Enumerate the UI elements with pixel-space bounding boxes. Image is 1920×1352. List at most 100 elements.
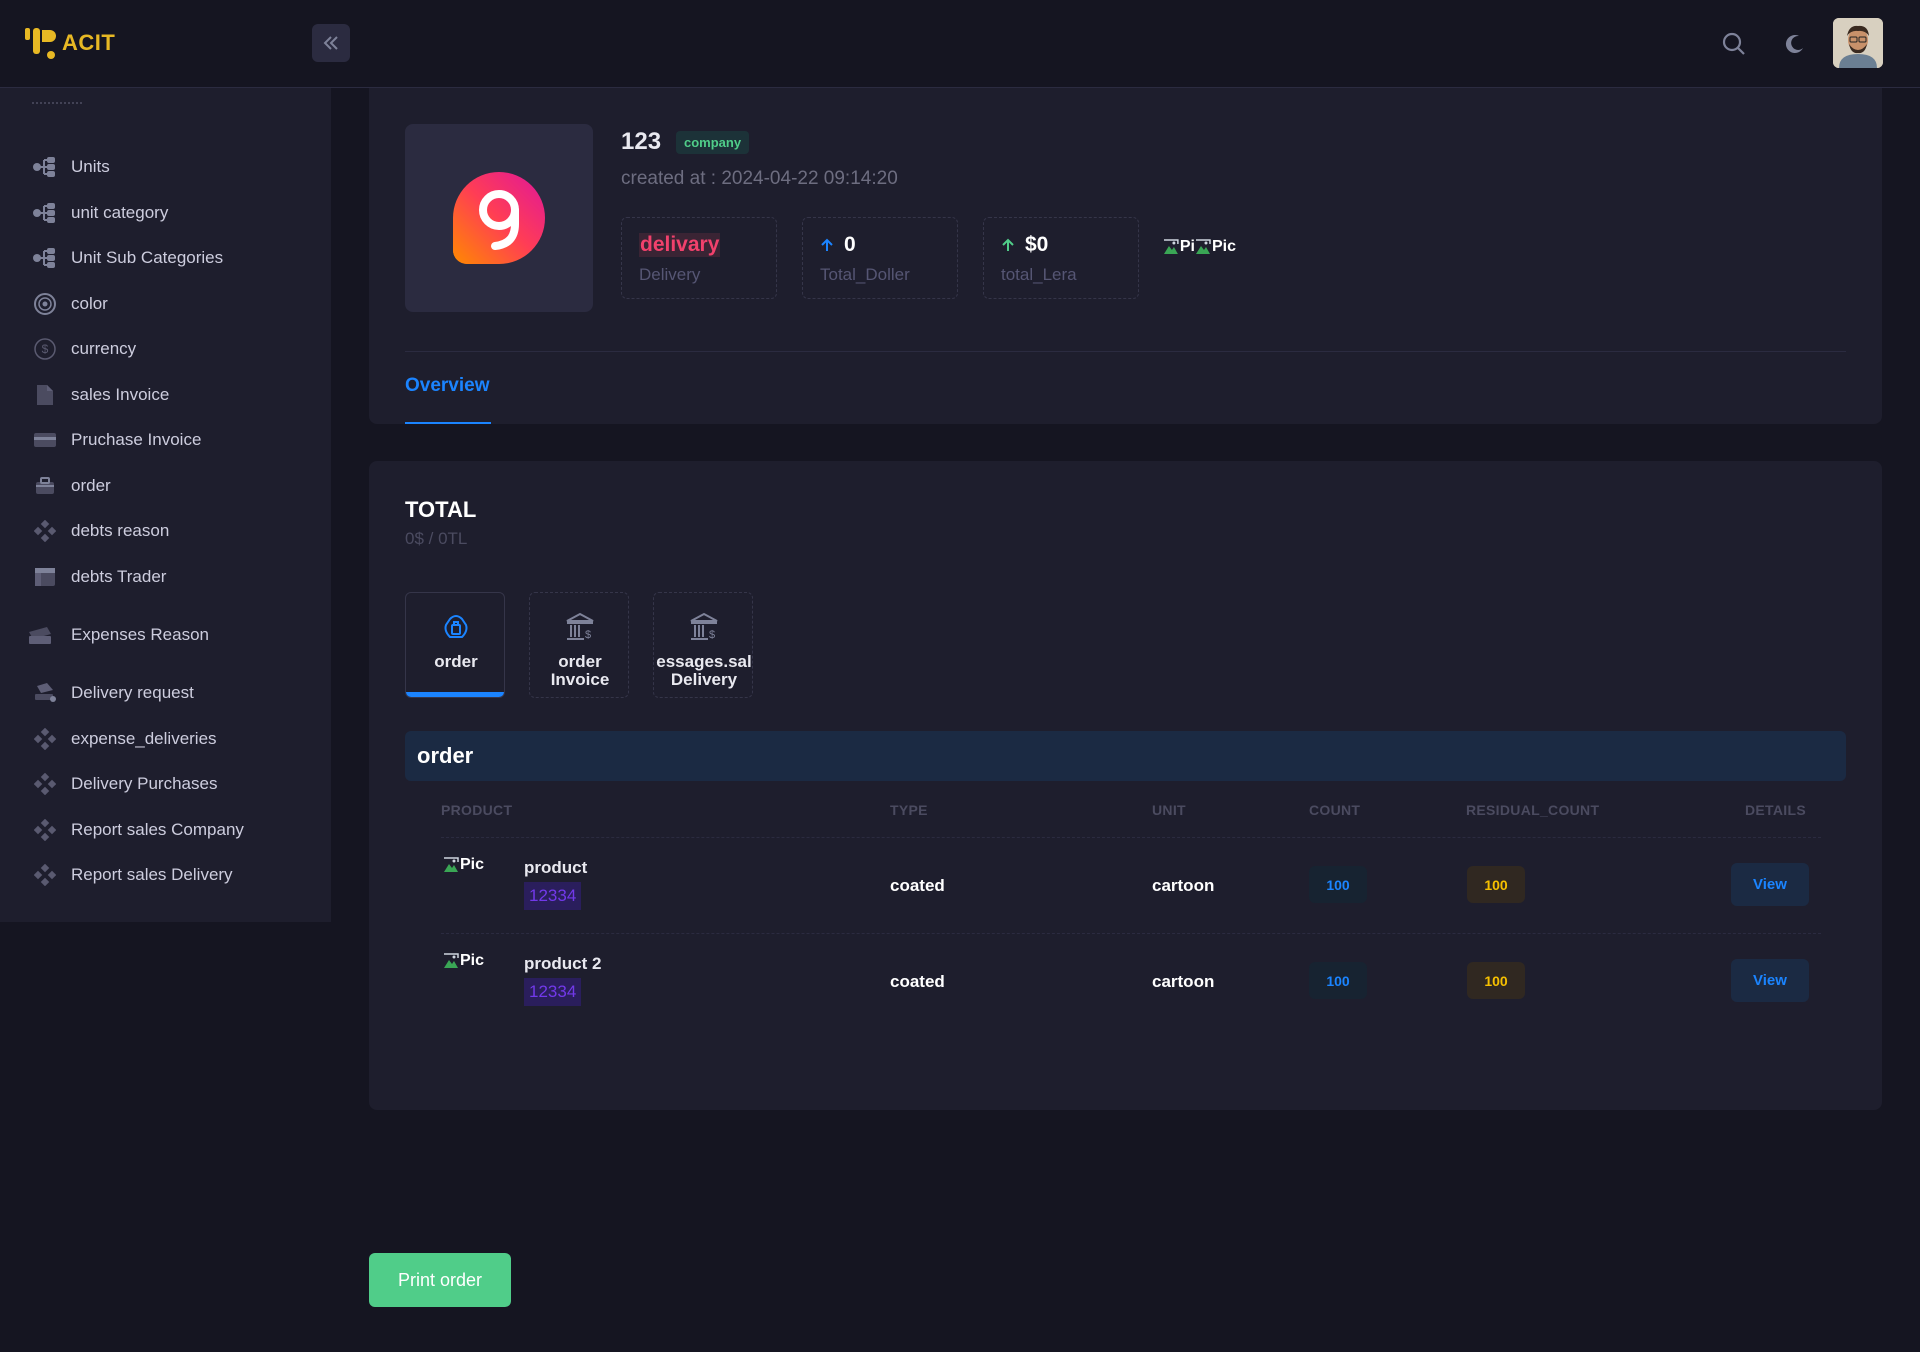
product-name: product 2 (524, 954, 602, 973)
broken-image: Pic (1195, 238, 1236, 256)
product-code: 12334 (524, 882, 582, 910)
hierarchy-icon (32, 200, 58, 226)
arrow-up-icon (821, 238, 833, 251)
sidebar-item-order[interactable]: order (0, 466, 331, 506)
double-chevron-left-icon (323, 36, 338, 50)
document-icon (32, 382, 58, 408)
box-icon (444, 615, 468, 638)
profile-card: 123 company created at : 2024-04-22 09:1… (369, 88, 1882, 424)
sidebar-collapse-button[interactable] (312, 24, 350, 62)
product-image: Pic (443, 952, 484, 970)
briefcase-icon (32, 473, 58, 499)
sidebar-item-label: Expenses Reason (71, 625, 209, 644)
sidebar-item-units[interactable]: Units (0, 147, 331, 187)
sidebar-item-label: Delivery Purchases (71, 774, 218, 793)
sidebar-item-label: color (71, 294, 108, 313)
tab-order[interactable]: order (405, 592, 505, 698)
product-name: product (524, 858, 588, 877)
stat-label: Delivery (639, 265, 701, 284)
sidebar-item-label: order (71, 476, 111, 495)
card-icon (32, 427, 58, 453)
tab-label: order Invoice (550, 652, 610, 689)
sidebar: Units unit category Unit Sub Categories … (0, 88, 331, 922)
logo-icon (25, 28, 56, 59)
sidebar-item-label: Pruchase Invoice (71, 430, 202, 449)
sidebar-item-expense-deliveries[interactable]: expense_deliveries (0, 719, 331, 759)
stat-label: total_Lera (1001, 265, 1077, 284)
logo-text: ACIT (62, 30, 116, 55)
sidebar-item-label: sales Invoice (71, 385, 170, 404)
sidebar-item-label: debts reason (71, 521, 170, 540)
sidebar-item-debts-trader[interactable]: debts Trader (0, 557, 331, 597)
brand-logo (405, 124, 593, 312)
svg-text:$: $ (42, 342, 49, 356)
search-button[interactable] (1716, 26, 1752, 62)
total-title: TOTAL (405, 497, 477, 522)
sidebar-item-label: currency (71, 339, 137, 358)
stat-total-doller: 0 Total_Doller (802, 217, 958, 299)
broken-image-icon (444, 953, 459, 968)
sidebar-item-label: Units (71, 157, 110, 176)
theme-toggle-button[interactable] (1777, 26, 1813, 62)
sidebar-item-delivery-purchases[interactable]: Delivery Purchases (0, 764, 331, 804)
print-order-button[interactable]: Print order (369, 1253, 511, 1307)
divider (405, 351, 1846, 352)
brand-logo-icon (453, 172, 545, 264)
residual-count-badge: 100 (1467, 962, 1525, 999)
stat-total-lera: $0 total_Lera (983, 217, 1139, 299)
count-badge: 100 (1309, 866, 1367, 903)
sidebar-item-currency[interactable]: $ currency (0, 329, 331, 369)
bank-icon: $ (690, 612, 718, 641)
avatar-image (1833, 18, 1883, 68)
sidebar-item-expenses-reason[interactable]: Expenses Reason (0, 615, 331, 655)
product-type: coated (890, 972, 945, 991)
tab-order-invoice[interactable]: $ order Invoice (529, 592, 629, 698)
broken-image-icon (444, 857, 459, 872)
stat-value: 0 (820, 233, 856, 257)
sidebar-item-unit-category[interactable]: unit category (0, 193, 331, 233)
stat-value: $0 (1001, 233, 1048, 257)
tab-sales-delivery[interactable]: $ essages.sal Delivery (653, 592, 753, 698)
product-unit: cartoon (1152, 972, 1215, 991)
product-type: coated (890, 876, 945, 895)
stat-value-text: $0 (1025, 233, 1049, 256)
top-header: ACIT (0, 0, 1920, 88)
stat-value: delivary (639, 233, 721, 257)
svg-text:$: $ (585, 629, 591, 641)
tab-label: order (434, 652, 478, 671)
column-header-type: TYPE (890, 802, 928, 818)
row-divider (441, 933, 1821, 934)
tab-overview[interactable]: Overview (405, 375, 490, 397)
view-button[interactable]: View (1731, 863, 1809, 906)
sidebar-item-report-sales-company[interactable]: Report sales Company (0, 810, 331, 850)
company-name: 123 (621, 128, 662, 155)
image-alt-text: Pic (460, 856, 485, 873)
view-button[interactable]: View (1731, 959, 1809, 1002)
column-header-unit: UNIT (1152, 802, 1186, 818)
money-icon (27, 622, 53, 648)
sidebar-item-label: debts Trader (71, 567, 167, 586)
tab-active-indicator (405, 422, 491, 424)
sidebar-item-report-sales-delivery[interactable]: Report sales Delivery (0, 855, 331, 895)
diamond-dots-icon (32, 862, 58, 888)
column-header-residual-count: RESIDUAL_COUNT (1466, 802, 1600, 818)
sidebar-scroll-hint (32, 100, 82, 104)
sidebar-item-label: unit category (71, 203, 169, 222)
palette-icon (32, 291, 58, 317)
hierarchy-icon (32, 154, 58, 180)
image-alt-text: Pic (460, 952, 485, 969)
sidebar-item-pruchase-invoice[interactable]: Pruchase Invoice (0, 420, 331, 460)
totals-card: TOTAL 0$ / 0TL order $ order Invoice $ e… (369, 461, 1882, 1110)
count-badge: 100 (1309, 962, 1367, 999)
user-avatar[interactable] (1833, 18, 1883, 68)
sidebar-item-unit-sub-categories[interactable]: Unit Sub Categories (0, 238, 331, 278)
broken-image-icon (1196, 239, 1211, 254)
total-subtitle: 0$ / 0TL (405, 529, 468, 548)
sidebar-item-delivery-request[interactable]: Delivery request (0, 673, 331, 713)
sidebar-item-debts-reason[interactable]: debts reason (0, 511, 331, 551)
sidebar-item-color[interactable]: color (0, 284, 331, 324)
image-alt-text: Pic (1212, 238, 1237, 255)
app-logo[interactable]: ACIT (24, 26, 115, 60)
sidebar-item-sales-invoice[interactable]: sales Invoice (0, 375, 331, 415)
broken-image-icon (1163, 239, 1179, 254)
